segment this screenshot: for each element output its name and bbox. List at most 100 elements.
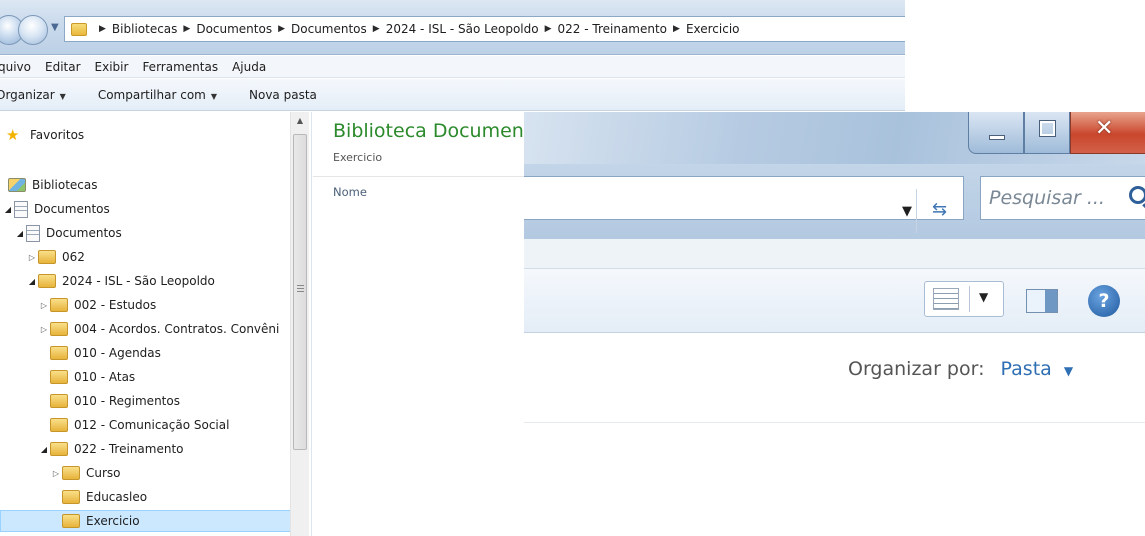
tree-item[interactable]: ◢ 022 - Treinamento — [38, 438, 184, 460]
address-bar-zoomed: ▼ ⇆ Pesquisar ... — [524, 164, 1145, 239]
close-button[interactable]: ✕ — [1070, 112, 1145, 154]
tree-item[interactable]: ▷ Curso — [50, 462, 121, 484]
details-view-icon — [933, 288, 959, 310]
close-icon: ✕ — [1095, 116, 1114, 141]
compartilhar-button[interactable]: Compartilhar com ▼ — [98, 88, 217, 102]
menu-ajuda[interactable]: Ajuda — [232, 60, 266, 74]
recent-pages-dropdown-icon[interactable]: ▼ — [51, 22, 59, 33]
tree-item-label: Favoritos — [30, 128, 85, 142]
scroll-thumb[interactable] — [293, 134, 307, 450]
address-field-zoomed[interactable]: ▼ ⇆ — [524, 176, 964, 233]
refresh-icon[interactable]: ⇆ — [916, 189, 962, 233]
preview-pane-icon[interactable] — [1026, 289, 1058, 313]
forward-button[interactable] — [18, 15, 48, 45]
menu-editar[interactable]: Editar — [45, 60, 81, 74]
breadcrumb-item[interactable]: 022 - Treinamento — [558, 22, 668, 36]
chevron-down-icon[interactable]: ▼ — [1064, 364, 1073, 378]
chevron-down-icon: ▼ — [210, 91, 218, 101]
arrange-by-label: Organizar por: — [848, 358, 985, 380]
expand-open-icon[interactable]: ◢ — [2, 205, 14, 214]
chevron-right-icon[interactable]: ▶ — [183, 24, 190, 34]
expand-open-icon[interactable]: ◢ — [14, 229, 26, 238]
folder-icon — [50, 442, 68, 456]
expand-closed-icon[interactable]: ▷ — [38, 325, 50, 334]
folder-icon — [50, 370, 68, 384]
breadcrumb-item[interactable]: Bibliotecas — [112, 22, 177, 36]
change-view-button[interactable]: ▼ — [924, 281, 1004, 317]
tree-item-label: Educasleo — [86, 490, 148, 504]
chevron-right-icon[interactable]: ▶ — [373, 24, 380, 34]
expand-closed-icon[interactable]: ▷ — [38, 301, 50, 310]
folder-icon — [62, 514, 80, 528]
navigation-pane: ★ Favoritos Bibliotecas ◢ Documentos ◢ D… — [0, 112, 312, 536]
breadcrumb-item[interactable]: Documentos — [196, 22, 272, 36]
nova-pasta-button[interactable]: Nova pasta — [249, 88, 317, 102]
tree-item[interactable]: ◢ Documentos — [2, 198, 110, 220]
tree-scrollbar[interactable]: ▲ — [290, 112, 309, 536]
folder-icon — [62, 466, 80, 480]
menu-ferramentas[interactable]: Ferramentas — [142, 60, 218, 74]
zoomed-window-overlay: ✕ ▼ ⇆ Pesquisar ... ▼ ? Organizar por: P… — [524, 112, 1145, 536]
tree-item[interactable]: 010 - Agendas — [38, 342, 161, 364]
tree-item[interactable]: 012 - Comunicação Social — [38, 414, 229, 436]
arrange-by-value[interactable]: Pasta — [1001, 358, 1052, 380]
tree-item-selected[interactable]: Exercicio — [0, 510, 292, 532]
maximize-button[interactable] — [1024, 112, 1070, 154]
expand-open-icon[interactable]: ◢ — [38, 445, 50, 454]
maximize-icon — [1040, 121, 1055, 136]
library-subtitle: Exercicio — [333, 151, 383, 164]
column-header-nome[interactable]: Nome — [333, 185, 367, 199]
folder-icon — [38, 250, 56, 264]
folder-icon — [50, 394, 68, 408]
chevron-right-icon[interactable]: ▶ — [278, 24, 285, 34]
library-title: Biblioteca Documen — [333, 120, 524, 142]
expand-open-icon[interactable]: ◢ — [26, 277, 38, 286]
star-icon: ★ — [6, 126, 20, 144]
chevron-down-icon[interactable]: ▼ — [979, 290, 988, 304]
menu-strip — [524, 239, 1145, 269]
address-field[interactable]: ▶ Bibliotecas ▶ Documentos ▶ Documentos … — [64, 16, 905, 42]
chevron-right-icon[interactable]: ▶ — [99, 24, 106, 34]
arrange-by: Organizar por: Pasta ▼ — [848, 358, 1073, 380]
tree-item[interactable]: ◢ 2024 - ISL - São Leopoldo — [26, 270, 215, 292]
tree-item-label: 022 - Treinamento — [74, 442, 184, 456]
tree-item[interactable]: 010 - Atas — [38, 366, 135, 388]
expand-closed-icon[interactable]: ▷ — [50, 469, 62, 478]
chevron-right-icon[interactable]: ▶ — [673, 24, 680, 34]
divider — [969, 286, 970, 312]
tree-item-label: Bibliotecas — [32, 178, 98, 192]
menu-exibir[interactable]: Exibir — [95, 60, 129, 74]
tree-item[interactable]: ▷ 004 - Acordos. Contratos. Convêni — [38, 318, 279, 340]
chevron-right-icon[interactable]: ▶ — [545, 24, 552, 34]
organizar-button[interactable]: Organizar ▼ — [0, 88, 66, 102]
tree-item-label: 062 — [62, 250, 85, 264]
menu-arquivo[interactable]: quivo — [0, 60, 31, 74]
folder-icon — [62, 490, 80, 504]
breadcrumb-item[interactable]: 2024 - ISL - São Leopoldo — [386, 22, 539, 36]
title-bar: ✕ — [524, 112, 1145, 164]
tree-item[interactable]: ◢ Documentos — [14, 222, 122, 244]
tree-item[interactable]: Educasleo — [50, 486, 147, 508]
tree-item-label: Curso — [86, 466, 121, 480]
search-input[interactable]: Pesquisar ... — [980, 176, 1145, 220]
tree-item[interactable]: ▷ 062 — [26, 246, 85, 268]
expand-closed-icon[interactable]: ▷ — [26, 253, 38, 262]
folder-icon — [38, 274, 56, 288]
tree-item-label: Documentos — [34, 202, 110, 216]
folder-icon — [50, 418, 68, 432]
command-bar-zoomed: ▼ ? — [524, 269, 1145, 333]
tree-item[interactable]: ★ Favoritos — [6, 124, 84, 146]
tree-item[interactable]: Bibliotecas — [8, 174, 97, 196]
search-icon[interactable] — [1129, 186, 1145, 204]
tree-item[interactable]: 010 - Regimentos — [38, 390, 180, 412]
minimize-button[interactable] — [968, 112, 1024, 154]
tree-item[interactable]: ▷ 002 - Estudos — [38, 294, 156, 316]
chevron-down-icon[interactable]: ▼ — [902, 204, 912, 219]
breadcrumb-item[interactable]: Documentos — [291, 22, 367, 36]
breadcrumb-item[interactable]: Exercicio — [686, 22, 740, 36]
folder-icon — [71, 22, 87, 36]
organizar-label: Organizar — [0, 87, 55, 102]
help-icon[interactable]: ? — [1088, 285, 1120, 317]
scroll-up-icon[interactable]: ▲ — [291, 112, 309, 129]
tree-item-label: Exercicio — [86, 514, 140, 528]
